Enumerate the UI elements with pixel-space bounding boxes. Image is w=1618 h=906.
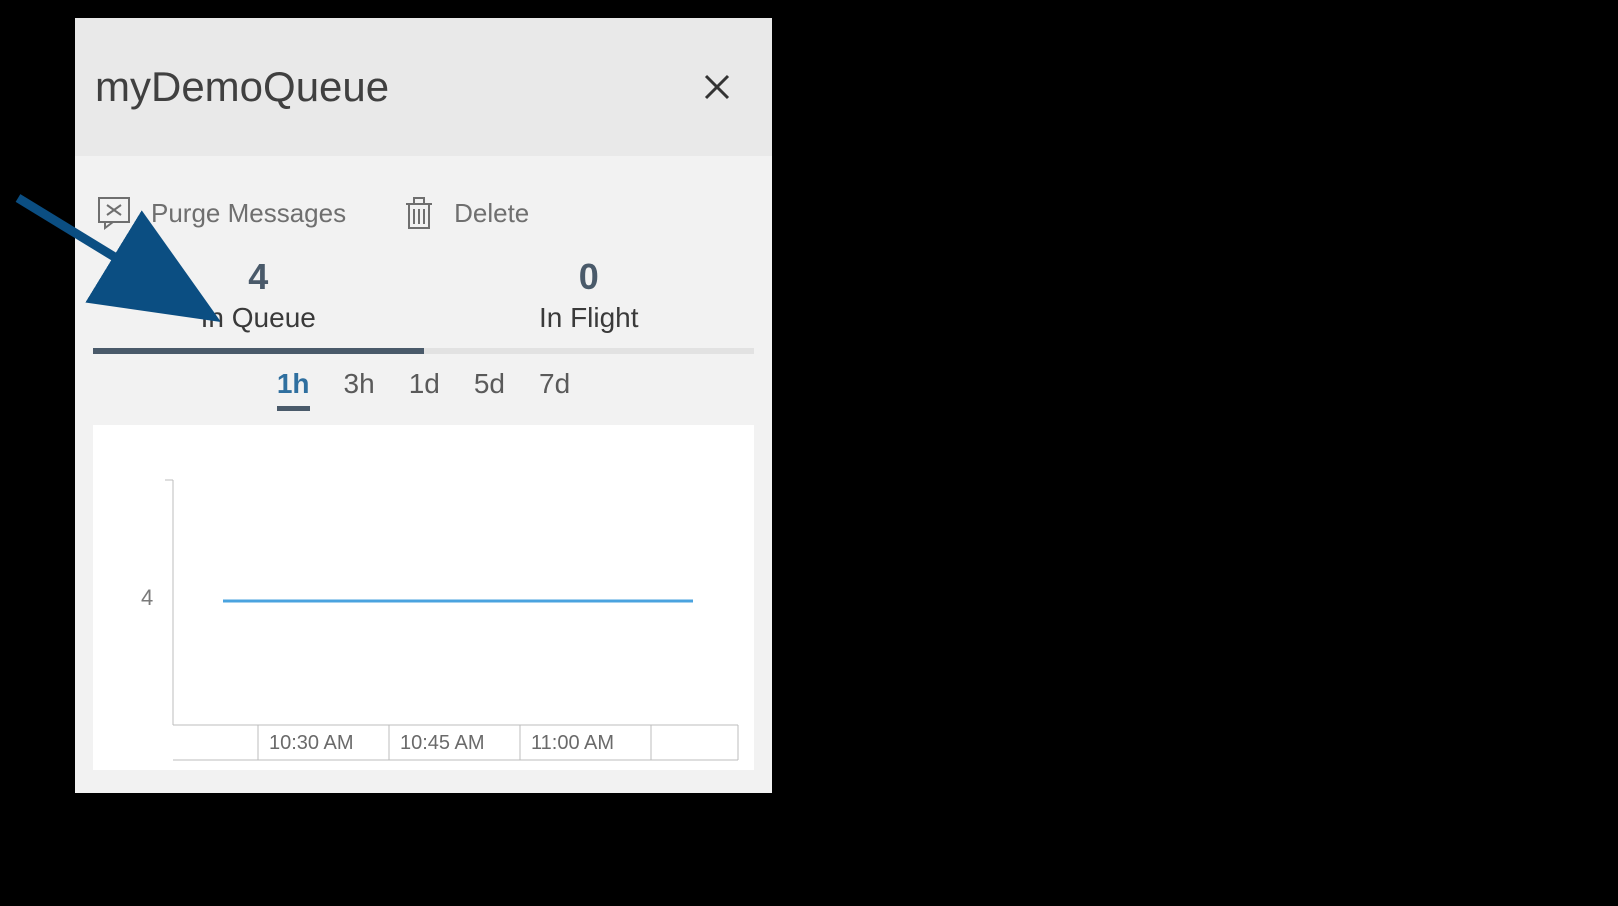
tab-in-queue[interactable]: 4 In Queue <box>93 250 424 354</box>
in-queue-value: 4 <box>93 256 424 298</box>
trash-icon <box>402 194 436 232</box>
time-range-selector: 1h 3h 1d 5d 7d <box>75 354 772 421</box>
x-tick-2: 11:00 AM <box>531 732 614 754</box>
in-queue-label: In Queue <box>93 302 424 334</box>
x-tick-1: 10:45 AM <box>400 732 485 754</box>
close-icon <box>703 73 731 101</box>
delete-button[interactable]: Delete <box>402 194 529 232</box>
close-button[interactable] <box>702 72 732 102</box>
in-flight-label: In Flight <box>424 302 755 334</box>
queue-detail-panel: myDemoQueue Purge Messages <box>75 18 772 793</box>
tab-in-flight[interactable]: 0 In Flight <box>424 250 755 354</box>
range-1d[interactable]: 1d <box>409 368 440 411</box>
x-tick-0: 10:30 AM <box>269 732 354 754</box>
purge-label: Purge Messages <box>151 198 346 229</box>
delete-label: Delete <box>454 198 529 229</box>
range-1h[interactable]: 1h <box>277 368 310 411</box>
in-flight-value: 0 <box>424 256 755 298</box>
range-7d[interactable]: 7d <box>539 368 570 411</box>
line-chart: 4 10:30 AM 10:45 AM 11:00 AM <box>93 425 753 770</box>
purge-messages-button[interactable]: Purge Messages <box>95 194 346 232</box>
panel-header: myDemoQueue <box>75 18 772 156</box>
chart-container: 4 10:30 AM 10:45 AM 11:00 AM <box>93 425 754 770</box>
metric-tabs: 4 In Queue 0 In Flight <box>75 250 772 354</box>
queue-title: myDemoQueue <box>95 63 389 111</box>
range-5d[interactable]: 5d <box>474 368 505 411</box>
y-tick-4: 4 <box>141 585 153 610</box>
purge-icon <box>95 194 133 232</box>
action-toolbar: Purge Messages Delete <box>75 156 772 250</box>
range-3h[interactable]: 3h <box>344 368 375 411</box>
